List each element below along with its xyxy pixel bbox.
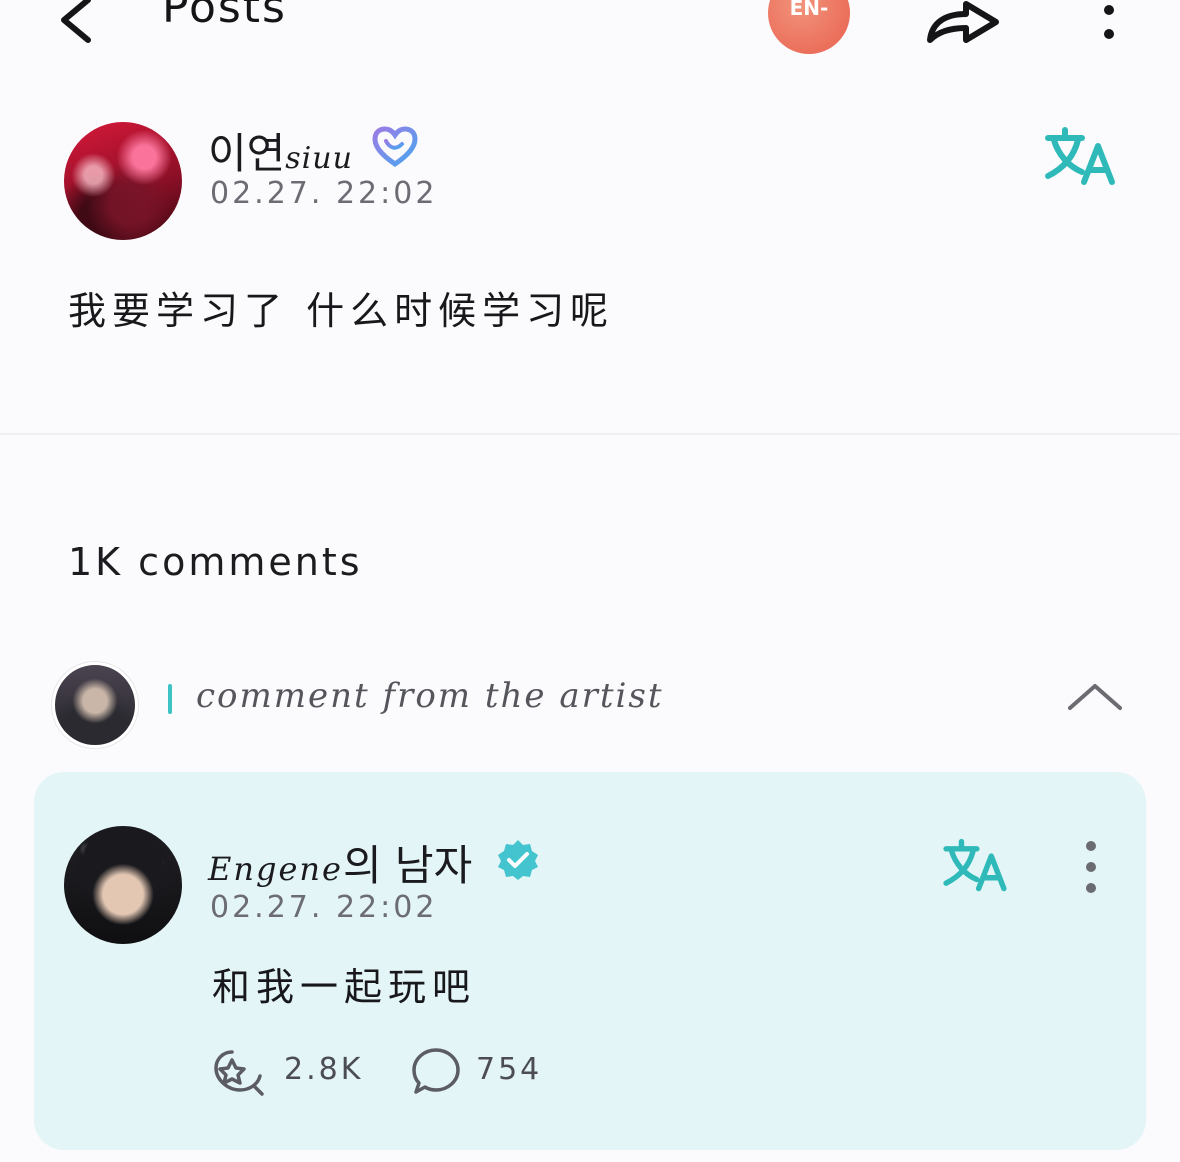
post-author-name-main: 이연 [208, 129, 286, 178]
back-button[interactable] [52, 0, 100, 46]
post-author-name[interactable]: 이연siuu [208, 120, 353, 181]
artist-comment-timestamp: 02.27. 22:02 [210, 890, 438, 925]
comments-count: 1K comments [68, 540, 363, 584]
artist-comment-author-prefix: Engene [208, 850, 343, 888]
artist-comment-more-button[interactable] [1080, 840, 1102, 896]
artist-comment-content: 和我一起玩吧 [212, 965, 477, 1009]
like-button[interactable] [210, 1046, 270, 1098]
more-vertical-icon [1104, 5, 1114, 39]
verified-icon [496, 838, 540, 882]
chevron-up-icon [1068, 684, 1122, 710]
back-arrow-icon [61, 0, 91, 43]
reply-button[interactable] [410, 1046, 462, 1098]
more-options-button[interactable] [1098, 4, 1120, 44]
translate-icon [1045, 127, 1115, 185]
section-divider [0, 433, 1180, 435]
share-button[interactable] [922, 0, 1004, 48]
post-author-avatar[interactable] [64, 122, 182, 240]
more-vertical-icon [1086, 841, 1096, 893]
collapse-button[interactable] [1064, 676, 1126, 716]
page-title: Posts [162, 0, 287, 33]
community-logo-button[interactable]: EN- [768, 0, 850, 54]
post-timestamp: 02.27. 22:02 [210, 176, 438, 211]
artist-comment-count-marker [168, 684, 172, 714]
like-icon [214, 1050, 264, 1096]
brand-logo-text: EN- [789, 0, 829, 20]
artist-comment-avatar[interactable] [64, 826, 182, 944]
comment-icon [412, 1048, 460, 1094]
artist-comment-translate-button[interactable] [940, 838, 1010, 894]
post-content: 我要学习了 什么时候学习呢 [68, 289, 615, 333]
artist-comments-label[interactable]: comment from the artist [196, 676, 664, 716]
like-count: 2.8K [284, 1052, 364, 1087]
artist-comment-author-suffix: 의 남자 [342, 841, 473, 890]
heart-badge-icon [372, 126, 418, 168]
artist-comment-card [34, 772, 1146, 1150]
translate-icon [943, 838, 1007, 892]
artist-comment-author[interactable]: Engene의 남자 [208, 832, 472, 893]
translate-button[interactable] [1042, 126, 1118, 188]
share-icon [927, 1, 999, 43]
reply-count: 754 [476, 1052, 543, 1087]
post-author-name-suffix: siuu [285, 141, 353, 176]
artist-avatar[interactable] [52, 662, 138, 748]
